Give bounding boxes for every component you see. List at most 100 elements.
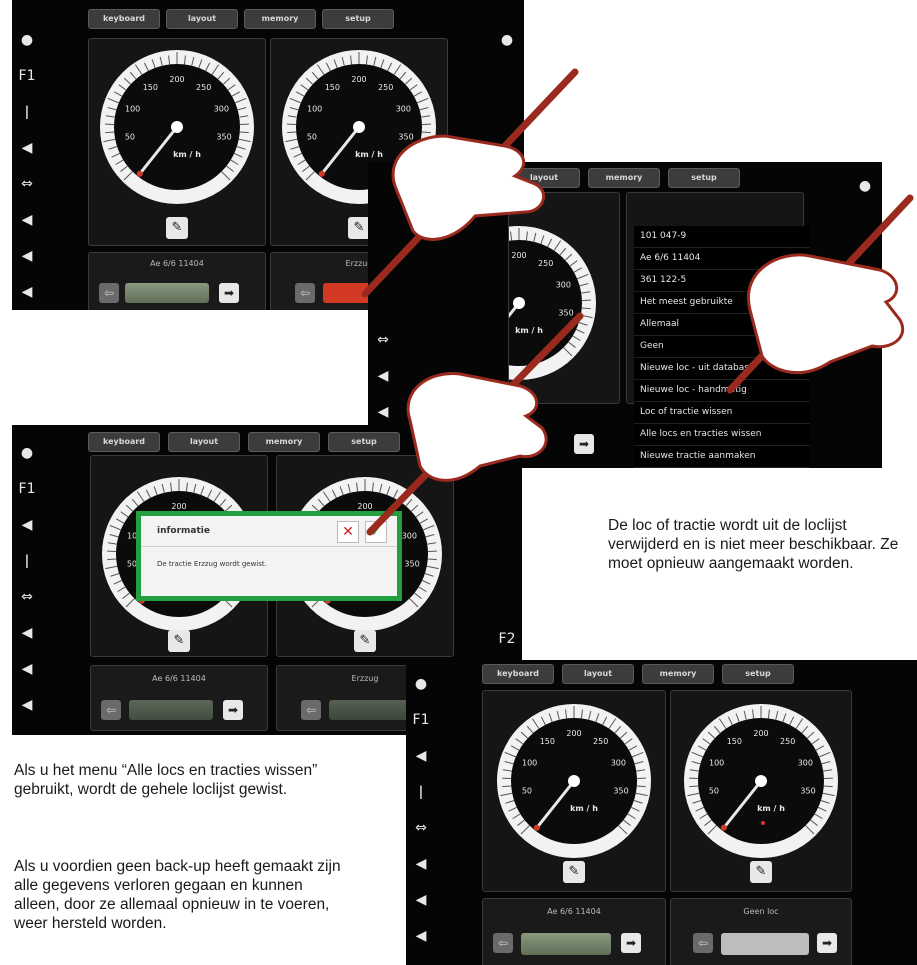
speed-tick-label: 50 xyxy=(307,132,317,141)
horn-icon[interactable]: ◀ xyxy=(16,651,38,687)
loc-name: Geen loc xyxy=(743,907,779,916)
arrow-right-icon[interactable]: ➡ xyxy=(621,933,641,953)
tab-layout[interactable]: layout xyxy=(562,664,634,684)
speed-tick-label: 250 xyxy=(593,737,608,746)
horn-icon[interactable]: ◀ xyxy=(410,846,432,882)
horn-icon[interactable]: ◀ xyxy=(16,130,38,166)
horn-icon[interactable]: ◀ xyxy=(410,918,432,954)
speed-tick-label: 250 xyxy=(780,737,795,746)
wrench-icon[interactable]: ✎ xyxy=(750,861,772,883)
tab-setup[interactable]: setup xyxy=(722,664,794,684)
stylus-hand-icon xyxy=(366,312,584,536)
loc-panel-left: Ae 6/6 11404 ⇦ ➡ xyxy=(482,898,666,965)
loc-image[interactable] xyxy=(125,283,209,303)
tab-layout[interactable]: layout xyxy=(166,9,238,29)
car-icon[interactable]: ⇔ xyxy=(16,166,38,202)
arrow-left-icon[interactable]: ⇦ xyxy=(693,933,713,953)
speed-tick-label: 250 xyxy=(196,83,211,92)
speed-tick-label: 200 xyxy=(171,502,186,511)
speedometer-panel-left: 50 100 150 200 250 300 350 km / h ✎ xyxy=(482,690,666,892)
speedometer-left[interactable]: 50 100 150 200 250 300 350 km / h xyxy=(89,39,265,245)
whistle-icon[interactable]: ǀ xyxy=(16,94,38,130)
speed-unit-label: km / h xyxy=(757,804,785,813)
horn-icon[interactable]: ◀ xyxy=(16,202,38,238)
horn-icon[interactable]: ◀ xyxy=(410,738,432,774)
tab-keyboard[interactable]: keyboard xyxy=(88,432,160,452)
tab-memory[interactable]: memory xyxy=(588,168,660,188)
loc-image[interactable] xyxy=(329,700,417,720)
arrow-right-icon[interactable]: ➡ xyxy=(223,700,243,720)
speed-tick-label: 350 xyxy=(216,132,231,141)
dialog-message: De tractie Erzzug wordt gewist. xyxy=(157,560,267,568)
speedometer-panel-left: 50 100 150 200 250 300 350 km / h ✎ xyxy=(88,38,266,246)
arrow-left-icon[interactable]: ⇦ xyxy=(99,283,119,303)
wrench-icon[interactable]: ✎ xyxy=(563,861,585,883)
loc-name: Ae 6/6 11404 xyxy=(547,907,601,916)
horn-icon[interactable]: ◀ xyxy=(16,615,38,651)
light-icon[interactable]: ● xyxy=(410,666,432,702)
loc-panel-left: Ae 6/6 11404 ⇦ ➡ xyxy=(90,665,268,731)
speed-tick-label: 200 xyxy=(169,75,184,84)
speed-tick-label: 200 xyxy=(753,729,768,738)
tab-memory[interactable]: memory xyxy=(244,9,316,29)
car-icon[interactable]: ⇔ xyxy=(410,810,432,846)
speed-tick-label: 350 xyxy=(800,786,815,795)
speed-tick-label: 100 xyxy=(709,759,724,768)
horn-icon[interactable]: ◀ xyxy=(16,274,38,310)
light-icon[interactable]: ● xyxy=(16,435,38,471)
function-icon[interactable]: F1 xyxy=(410,702,432,738)
arrow-right-icon[interactable]: ➡ xyxy=(817,933,837,953)
horn-icon[interactable]: ◀ xyxy=(16,238,38,274)
function-bar: ● F1 ◀ ǀ ⇔ ◀ ◀ ◀ xyxy=(410,666,432,954)
speed-tick-label: 100 xyxy=(125,105,140,114)
tab-layout[interactable]: layout xyxy=(168,432,240,452)
loc-name: Ae 6/6 11404 xyxy=(150,259,204,268)
description-right: De loc of tractie wordt uit de loclijst … xyxy=(608,517,899,572)
function-icon[interactable]: F1 xyxy=(16,471,38,507)
horn-icon[interactable]: ◀ xyxy=(410,882,432,918)
function-icon[interactable]: F1 xyxy=(16,58,38,94)
description-left-1: Als u het menu “Alle locs en tracties wi… xyxy=(14,762,318,798)
speed-tick-label: 150 xyxy=(540,737,555,746)
arrow-left-icon[interactable]: ⇦ xyxy=(101,700,121,720)
wrench-icon[interactable]: ✎ xyxy=(354,630,376,652)
tab-keyboard[interactable]: keyboard xyxy=(88,9,160,29)
wrench-icon[interactable]: ✎ xyxy=(168,630,190,652)
horn-icon[interactable]: ◀ xyxy=(16,687,38,723)
light-icon[interactable]: ● xyxy=(16,22,38,58)
speed-tick-label: 300 xyxy=(214,105,229,114)
car-icon[interactable]: ⇔ xyxy=(16,579,38,615)
horn-icon[interactable]: ◀ xyxy=(16,507,38,543)
speed-tick-label: 300 xyxy=(798,759,813,768)
arrow-left-icon[interactable]: ⇦ xyxy=(295,283,315,303)
function-icon[interactable]: F2 xyxy=(496,621,518,657)
arrow-right-icon[interactable]: ➡ xyxy=(219,283,239,303)
arrow-left-icon[interactable]: ⇦ xyxy=(493,933,513,953)
speed-unit-label: km / h xyxy=(570,804,598,813)
whistle-icon[interactable]: ǀ xyxy=(16,543,38,579)
loc-image-empty[interactable] xyxy=(721,933,809,955)
tab-keyboard[interactable]: keyboard xyxy=(482,664,554,684)
loc-image[interactable] xyxy=(129,700,213,720)
stylus-hand-icon xyxy=(361,68,579,298)
speed-tick-label: 50 xyxy=(709,786,719,795)
menu-item[interactable]: Alle locs en tracties wissen xyxy=(634,424,810,446)
wrench-icon[interactable]: ✎ xyxy=(166,217,188,239)
arrow-left-icon[interactable]: ⇦ xyxy=(301,700,321,720)
tab-setup[interactable]: setup xyxy=(668,168,740,188)
menu-item[interactable]: Nieuwe tractie aanmaken xyxy=(634,446,810,468)
tab-memory[interactable]: memory xyxy=(248,432,320,452)
screen-4: keyboard layout memory setup ● F1 ◀ ǀ ⇔ … xyxy=(406,660,917,965)
tab-memory[interactable]: memory xyxy=(642,664,714,684)
speed-tick-label: 50 xyxy=(522,786,532,795)
speed-tick-label: 200 xyxy=(566,729,581,738)
light-icon[interactable]: ● xyxy=(496,22,518,58)
speed-tick-label: 350 xyxy=(404,559,419,568)
speed-tick-label: 150 xyxy=(727,737,742,746)
speed-tick-label: 50 xyxy=(125,132,135,141)
whistle-icon[interactable]: ǀ xyxy=(410,774,432,810)
loc-panel-right: Geen loc ⇦ ➡ xyxy=(670,898,852,965)
speedometer-panel-right: 50 100 150 200 250 300 350 km / h ✎ xyxy=(670,690,852,892)
tab-setup[interactable]: setup xyxy=(322,9,394,29)
loc-image[interactable] xyxy=(521,933,611,955)
